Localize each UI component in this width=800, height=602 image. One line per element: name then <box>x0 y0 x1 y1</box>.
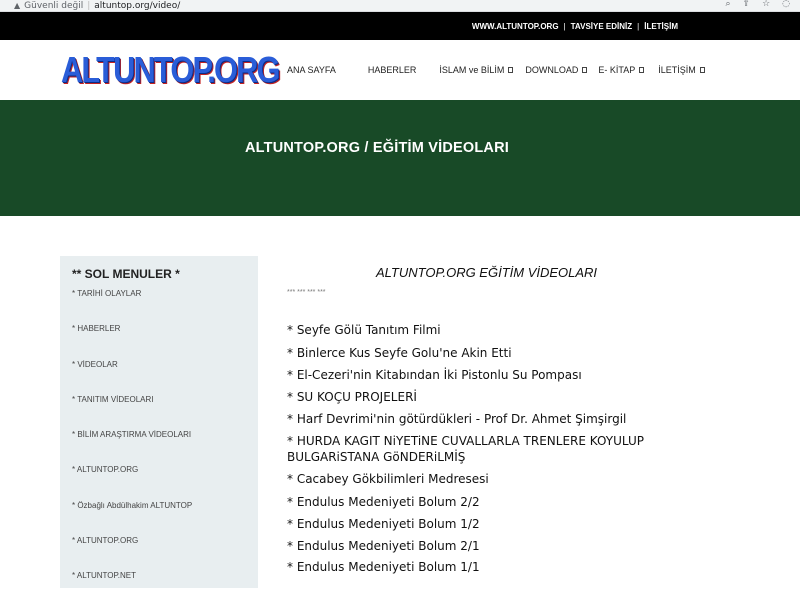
video-link[interactable]: * Endulus Medeniyeti Bolum 2/2 <box>287 494 707 510</box>
main-menu: ANA SAYFA HABERLER İSLAM ve BİLİM DOWNLO… <box>287 40 705 100</box>
site-header: ALTUNTOP.ORG ANA SAYFA HABERLER İSLAM ve… <box>0 40 800 100</box>
video-link[interactable]: * El-Cezeri'nin Kitabından İki Pistonlu … <box>287 367 707 383</box>
menu-item-home[interactable]: ANA SAYFA <box>287 65 336 75</box>
sidebar-item-altuntop-org-2[interactable]: * ALTUNTOP.ORG <box>72 536 138 545</box>
sidebar-item-altuntop-net[interactable]: * ALTUNTOP.NET <box>72 571 136 580</box>
page-title: ALTUNTOP.ORG / EĞİTİM VİDEOLARI <box>245 140 509 156</box>
page-banner: ALTUNTOP.ORG / EĞİTİM VİDEOLARI <box>0 100 800 216</box>
browser-tools: ⌕ ⇪ ☆ ◌ <box>725 0 790 9</box>
video-link[interactable]: * HURDA KAGIT NiYETiNE CUVALLARLA TRENLE… <box>287 433 707 465</box>
video-link[interactable]: * Endulus Medeniyeti Bolum 2/1 <box>287 538 707 554</box>
video-link[interactable]: * Harf Devrimi'nin götürdükleri - Prof D… <box>287 411 707 427</box>
bookmark-star-icon[interactable]: ☆ <box>762 0 770 9</box>
browser-address-bar: ▲ Güvenli değil | altuntop.org/video/ ⌕ … <box>0 0 800 12</box>
top-link-bar: WWW.ALTUNTOP.ORG | TAVSİYE EDİNİZ | İLET… <box>0 12 800 40</box>
extension-icon[interactable]: ◌ <box>782 0 790 9</box>
menu-item-label: İSLAM ve BİLİM <box>439 65 505 75</box>
zoom-icon[interactable]: ⌕ <box>725 0 730 9</box>
menu-item-contact[interactable]: İLETİŞİM <box>658 65 705 75</box>
top-link-site[interactable]: WWW.ALTUNTOP.ORG <box>472 22 559 31</box>
left-sidebar: ** SOL MENULER * * TARİHİ OLAYLAR * HABE… <box>60 256 258 588</box>
dropdown-icon <box>508 67 514 73</box>
sidebar-item-news[interactable]: * HABERLER <box>72 324 120 333</box>
address-separator: | <box>87 0 91 11</box>
dropdown-icon <box>582 67 588 73</box>
menu-item-ebook[interactable]: E- KİTAP <box>598 65 645 75</box>
top-link-recommend[interactable]: TAVSİYE EDİNİZ <box>571 22 633 31</box>
content-title: ALTUNTOP.ORG EĞİTİM VİDEOLARI <box>376 265 598 280</box>
menu-item-label: E- KİTAP <box>598 65 636 75</box>
share-icon[interactable]: ⇪ <box>743 0 751 9</box>
sidebar-title: ** SOL MENULER * <box>72 267 180 281</box>
content-divider: *** *** *** *** <box>287 289 326 296</box>
top-link-separator: | <box>563 21 566 31</box>
video-link[interactable]: * SU KOÇU PROJELERİ <box>287 389 707 405</box>
dropdown-icon <box>639 67 645 73</box>
menu-item-download[interactable]: DOWNLOAD <box>525 65 588 75</box>
sidebar-item-author[interactable]: * Özbağlı Abdülhakim ALTUNTOP <box>72 501 192 510</box>
video-link[interactable]: * Endulus Medeniyeti Bolum 1/2 <box>287 516 707 532</box>
menu-item-islam-science[interactable]: İSLAM ve BİLİM <box>439 65 514 75</box>
video-link[interactable]: * Seyfe Gölü Tanıtım Filmi <box>287 322 707 338</box>
sidebar-item-altuntop-org[interactable]: * ALTUNTOP.ORG <box>72 465 138 474</box>
dropdown-icon <box>699 67 705 73</box>
url-field[interactable]: altuntop.org/video/ <box>94 1 180 11</box>
video-link[interactable]: * Binlerce Kus Seyfe Golu'ne Akin Etti <box>287 345 707 361</box>
menu-item-label: ANA SAYFA <box>287 65 336 75</box>
video-link[interactable]: * Cacabey Gökbilimleri Medresesi <box>287 471 707 487</box>
top-link-contact[interactable]: İLETİŞİM <box>644 22 678 31</box>
top-links: WWW.ALTUNTOP.ORG | TAVSİYE EDİNİZ | İLET… <box>472 12 678 40</box>
sidebar-item-science-videos[interactable]: * BİLİM ARAŞTIRMA VİDEOLARI <box>72 430 191 439</box>
sidebar-item-videos[interactable]: * VİDEOLAR <box>72 360 118 369</box>
video-link[interactable]: * Endulus Medeniyeti Bolum 1/1 <box>287 559 707 575</box>
warning-icon: ▲ <box>14 1 21 10</box>
site-logo[interactable]: ALTUNTOP.ORG <box>61 50 280 90</box>
menu-item-label: HABERLER <box>367 65 417 75</box>
sidebar-item-history[interactable]: * TARİHİ OLAYLAR <box>72 289 141 298</box>
menu-item-news[interactable]: HABERLER <box>368 65 417 75</box>
sidebar-item-promo-videos[interactable]: * TANITIM VİDEOLARI <box>72 395 154 404</box>
menu-item-label: DOWNLOAD <box>525 65 579 75</box>
menu-item-label: İLETİŞİM <box>658 65 696 75</box>
security-status[interactable]: Güvenli değil <box>24 1 83 11</box>
top-link-separator: | <box>637 21 640 31</box>
